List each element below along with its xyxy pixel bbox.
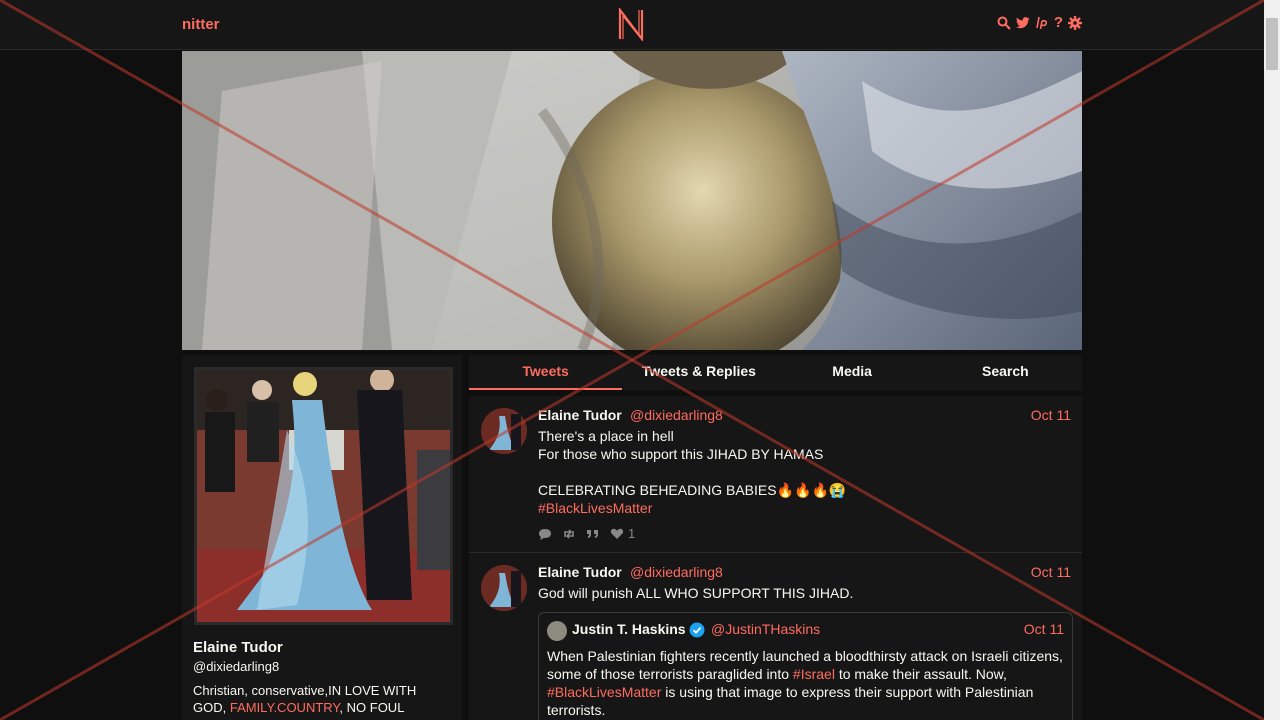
tweet-line: For those who support this JIHAD BY HAMA…	[538, 446, 824, 462]
quote-date[interactable]: Oct 11	[1024, 621, 1064, 637]
tweet-avatar[interactable]	[481, 565, 527, 611]
quoted-tweet[interactable]: Justin T. Haskins @JustinTHaskins Oct 11…	[538, 612, 1073, 720]
help-icon[interactable]: ?	[1054, 15, 1063, 30]
timeline-tabs: Tweets Tweets & Replies Media Search	[469, 355, 1082, 390]
profile-name: Elaine Tudor	[193, 639, 283, 656]
profile-photo	[197, 370, 450, 622]
hashtag-link[interactable]: #BlackLivesMatter	[538, 500, 652, 516]
quote-author-handle[interactable]: @JustinTHaskins	[711, 621, 820, 637]
tweet-content: God will punish ALL WHO SUPPORT THIS JIH…	[538, 584, 1058, 602]
nav-brand-link[interactable]: nitter	[182, 16, 220, 33]
hashtag-link[interactable]: #Israel	[793, 666, 835, 682]
tweet-author-name[interactable]: Elaine Tudor	[538, 564, 622, 580]
tweet-author-handle[interactable]: @dixiedarling8	[630, 564, 723, 580]
reply-icon	[539, 528, 551, 540]
like-count: 1	[628, 526, 636, 541]
hashtag-link[interactable]: #BlackLivesMatter	[547, 684, 661, 700]
nitter-logo[interactable]	[617, 8, 645, 41]
quote-avatar[interactable]	[547, 621, 567, 641]
banner-image	[182, 51, 1082, 350]
tweet-line: God will punish ALL WHO SUPPORT THIS JIH…	[538, 585, 854, 601]
tweet-stats: 1	[538, 526, 635, 541]
lp-icon[interactable]	[1035, 16, 1049, 30]
heart-icon	[610, 528, 624, 539]
retweet-icon	[564, 528, 574, 539]
twitter-icon[interactable]	[1015, 16, 1030, 30]
tweet-author-name[interactable]: Elaine Tudor	[538, 407, 622, 423]
quote-text: to make their assault. Now,	[834, 666, 1007, 682]
tab-tweets-replies[interactable]: Tweets & Replies	[622, 355, 775, 390]
bio-text-end: , NO FOUL	[339, 700, 405, 715]
tweet-line: There's a place in hell	[538, 428, 674, 444]
verified-icon	[689, 622, 705, 638]
tab-media[interactable]: Media	[776, 355, 929, 390]
tweet-avatar[interactable]	[481, 408, 527, 454]
profile-avatar[interactable]	[194, 367, 453, 625]
scrollbar-thumb[interactable]	[1266, 18, 1278, 70]
tweet-author-handle[interactable]: @dixiedarling8	[630, 407, 723, 423]
profile-bio: Christian, conservative,IN LOVE WITH GOD…	[193, 682, 453, 716]
tweet[interactable]: Elaine Tudor @dixiedarling8 Oct 11 There…	[469, 396, 1082, 553]
timeline: Elaine Tudor @dixiedarling8 Oct 11 There…	[469, 396, 1082, 720]
like-stat[interactable]: 1	[610, 526, 635, 541]
tweet-line: CELEBRATING BEHEADING BABIES🔥🔥🔥😭	[538, 482, 847, 498]
scrollbar[interactable]	[1264, 0, 1280, 720]
profile-handle[interactable]: @dixiedarling8	[193, 659, 279, 674]
navbar: nitter ?	[0, 0, 1264, 50]
tweet-content: There's a place in hell For those who su…	[538, 427, 1058, 517]
tab-search[interactable]: Search	[929, 355, 1082, 390]
profile-card: Elaine Tudor @dixiedarling8 Christian, c…	[182, 355, 462, 720]
bio-link[interactable]: FAMILY.COUNTRY	[230, 700, 340, 715]
quote-content: When Palestinian fighters recently launc…	[547, 647, 1067, 719]
nav-icons: ?	[997, 15, 1082, 30]
profile-banner[interactable]	[182, 51, 1082, 350]
tweet-date[interactable]: Oct 11	[1031, 564, 1071, 580]
retweet-stat[interactable]	[562, 527, 576, 541]
quote-author-name[interactable]: Justin T. Haskins	[572, 621, 686, 637]
reply-stat[interactable]	[538, 527, 552, 541]
tweet-date[interactable]: Oct 11	[1031, 407, 1071, 423]
settings-icon[interactable]	[1068, 16, 1082, 30]
tab-tweets[interactable]: Tweets	[469, 355, 623, 390]
quote-icon	[587, 529, 598, 538]
search-icon[interactable]	[997, 16, 1011, 30]
quote-stat[interactable]	[586, 527, 600, 541]
